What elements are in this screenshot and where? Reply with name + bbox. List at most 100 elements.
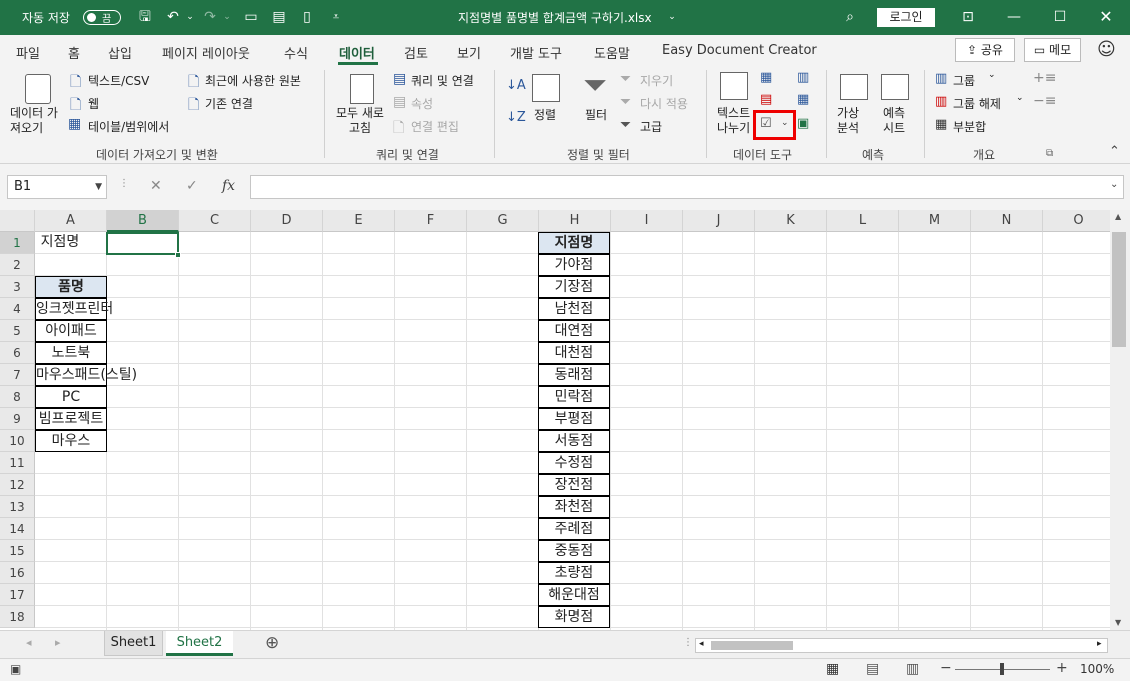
branch-cell[interactable]: 수정점 bbox=[538, 452, 610, 474]
row-header-14[interactable]: 14 bbox=[0, 518, 35, 540]
row-header-17[interactable]: 17 bbox=[0, 584, 35, 606]
branch-cell[interactable]: 대천점 bbox=[538, 342, 610, 364]
cell-h1-header[interactable]: 지점명 bbox=[538, 232, 610, 254]
row-header-15[interactable]: 15 bbox=[0, 540, 35, 562]
fill-handle[interactable] bbox=[175, 252, 181, 258]
group-button[interactable]: 그룹 bbox=[953, 72, 975, 89]
zoom-slider-thumb[interactable] bbox=[1000, 663, 1004, 675]
show-detail-icon[interactable]: +≡ bbox=[1033, 70, 1056, 86]
row-header-16[interactable]: 16 bbox=[0, 562, 35, 584]
branch-cell[interactable]: 화명점 bbox=[538, 606, 610, 628]
tab-formulas[interactable]: 수식 bbox=[284, 43, 308, 62]
maximize-icon[interactable]: ☐ bbox=[1050, 7, 1070, 27]
minimize-icon[interactable]: — bbox=[1004, 7, 1024, 27]
name-box-dropdown-icon[interactable]: ▼ bbox=[95, 176, 102, 198]
horizontal-scrollbar[interactable]: ◂ ▸ bbox=[695, 638, 1108, 653]
row-header-13[interactable]: 13 bbox=[0, 496, 35, 518]
sheet-tab-sheet1[interactable]: Sheet1 bbox=[104, 631, 163, 656]
tab-file[interactable]: 파일 bbox=[16, 43, 40, 62]
sheet-tab-sheet2[interactable]: Sheet2 bbox=[166, 631, 233, 656]
ungroup-button[interactable]: 그룹 해제 bbox=[953, 95, 1001, 112]
zoom-level[interactable]: 100% bbox=[1080, 662, 1114, 676]
title-dropdown-icon[interactable]: ⌄ bbox=[662, 7, 682, 27]
worksheet-grid[interactable]: ABCDEFGHIJKLMNO 1 2 3 4 5 6 7 8 9 10 11 12 13 14 15 16 1… bbox=[0, 210, 1110, 630]
row-header-7[interactable]: 7 bbox=[0, 364, 35, 386]
branch-cell[interactable]: 민락점 bbox=[538, 386, 610, 408]
column-header-f[interactable]: F bbox=[395, 210, 467, 232]
macro-record-icon[interactable]: ▣ bbox=[10, 662, 21, 676]
branch-cell[interactable]: 장전점 bbox=[538, 474, 610, 496]
login-button[interactable]: 로그인 bbox=[877, 8, 935, 27]
column-header-i[interactable]: I bbox=[611, 210, 683, 232]
branch-cell[interactable]: 해운대점 bbox=[538, 584, 610, 606]
scroll-down-icon[interactable]: ▼ bbox=[1115, 618, 1121, 627]
branch-cell[interactable]: 초량점 bbox=[538, 562, 610, 584]
from-text-csv-button[interactable]: 텍스트/CSV bbox=[88, 72, 149, 89]
subtotal-button[interactable]: 부분합 bbox=[953, 118, 986, 135]
row-header-10[interactable]: 10 bbox=[0, 430, 35, 452]
enter-icon[interactable]: ✓ bbox=[186, 178, 198, 194]
ribbon-display-icon[interactable]: ⊡ bbox=[958, 7, 978, 27]
column-header-k[interactable]: K bbox=[755, 210, 827, 232]
tab-home[interactable]: 홈 bbox=[68, 43, 80, 62]
flash-fill-icon[interactable]: ▦ bbox=[760, 70, 772, 85]
hide-detail-icon[interactable]: −≡ bbox=[1033, 93, 1056, 109]
row-header-18[interactable]: 18 bbox=[0, 606, 35, 628]
page-layout-view-icon[interactable]: ▤ bbox=[866, 661, 879, 677]
relationships-icon[interactable]: ▦ bbox=[797, 92, 809, 107]
consolidate-icon[interactable]: ▥ bbox=[797, 70, 809, 85]
column-header-b[interactable]: B bbox=[107, 210, 179, 232]
memo-button[interactable]: ▭ 메모 bbox=[1024, 38, 1081, 62]
sort-asc-icon[interactable]: ↓A bbox=[506, 78, 526, 93]
from-web-button[interactable]: 웹 bbox=[88, 95, 99, 112]
product-cell[interactable]: 마우스패드(스틸) bbox=[35, 364, 137, 386]
column-header-j[interactable]: J bbox=[683, 210, 755, 232]
refresh-all-button[interactable]: 모두 새로 고침 bbox=[336, 106, 384, 136]
column-header-m[interactable]: M bbox=[899, 210, 971, 232]
normal-view-icon[interactable]: ▦ bbox=[826, 661, 839, 677]
row-header-2[interactable]: 2 bbox=[0, 254, 35, 276]
product-cell[interactable]: 마우스 bbox=[35, 430, 107, 452]
tab-data[interactable]: 데이터 bbox=[339, 43, 375, 62]
row-header-6[interactable]: 6 bbox=[0, 342, 35, 364]
queries-connections-button[interactable]: 쿼리 및 연결 bbox=[411, 72, 474, 89]
camera-icon[interactable]: ▭ bbox=[241, 7, 261, 27]
search-icon[interactable]: ⌕ bbox=[840, 7, 860, 27]
advanced-button[interactable]: 고급 bbox=[640, 118, 662, 135]
ungroup-dropdown-icon[interactable]: ⌄ bbox=[1016, 93, 1024, 103]
data-model-icon[interactable]: ▣ bbox=[797, 116, 809, 131]
tab-review[interactable]: 검토 bbox=[404, 43, 428, 62]
scroll-up-icon[interactable]: ▲ bbox=[1115, 212, 1121, 221]
selected-cell-b1[interactable] bbox=[106, 232, 179, 255]
formula-input[interactable] bbox=[250, 175, 1124, 199]
group-dropdown-icon[interactable]: ⌄ bbox=[988, 70, 996, 80]
share-button[interactable]: ⇪ 공유 bbox=[955, 38, 1015, 62]
row-header-4[interactable]: 4 bbox=[0, 298, 35, 320]
save-icon[interactable]: 🖫 bbox=[135, 7, 155, 27]
properties-button[interactable]: 속성 bbox=[411, 95, 433, 112]
feedback-smiley-icon[interactable]: ☺ bbox=[1097, 39, 1116, 60]
sort-desc-icon[interactable]: ↓Z bbox=[506, 110, 526, 125]
sort-button[interactable]: 정렬 bbox=[534, 106, 556, 123]
existing-connections-button[interactable]: 기존 연결 bbox=[205, 95, 253, 112]
column-header-a[interactable]: A bbox=[35, 210, 107, 232]
zoom-in-icon[interactable]: + bbox=[1056, 660, 1068, 676]
branch-cell[interactable]: 대연점 bbox=[538, 320, 610, 342]
row-header-11[interactable]: 11 bbox=[0, 452, 35, 474]
tab-easy-document-creator[interactable]: Easy Document Creator bbox=[662, 43, 817, 58]
expand-formula-icon[interactable]: ⌄ bbox=[1110, 179, 1118, 190]
autosave-toggle[interactable]: 끔 bbox=[83, 10, 121, 25]
column-header-g[interactable]: G bbox=[467, 210, 539, 232]
column-header-h[interactable]: H bbox=[539, 210, 611, 232]
collapse-ribbon-icon[interactable]: ⌃ bbox=[1109, 144, 1120, 159]
branch-cell[interactable]: 기장점 bbox=[538, 276, 610, 298]
undo-dropdown-icon[interactable]: ⌄ bbox=[180, 7, 200, 27]
product-cell[interactable]: 노트북 bbox=[35, 342, 107, 364]
branch-cell[interactable]: 좌천점 bbox=[538, 496, 610, 518]
next-sheet-icon[interactable]: ▸ bbox=[55, 636, 61, 649]
scroll-left-icon[interactable]: ◂ bbox=[699, 639, 704, 649]
column-header-c[interactable]: C bbox=[179, 210, 251, 232]
tab-developer[interactable]: 개발 도구 bbox=[510, 43, 562, 62]
filter-button[interactable]: 필터 bbox=[585, 106, 607, 123]
branch-cell[interactable]: 주례점 bbox=[538, 518, 610, 540]
